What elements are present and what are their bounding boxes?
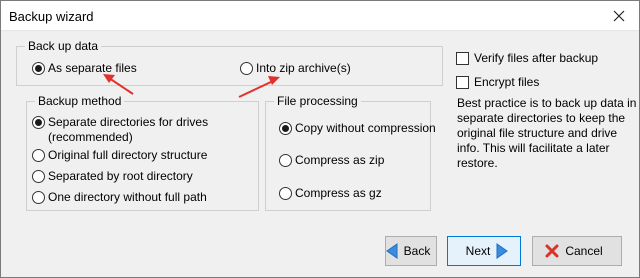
annotation-arrows: [103, 74, 280, 98]
annotation-arrow-right: [238, 76, 280, 98]
backup-wizard-window: Backup wizard Back up data As separate f…: [0, 0, 640, 278]
annotation-arrow-left: [103, 74, 134, 95]
